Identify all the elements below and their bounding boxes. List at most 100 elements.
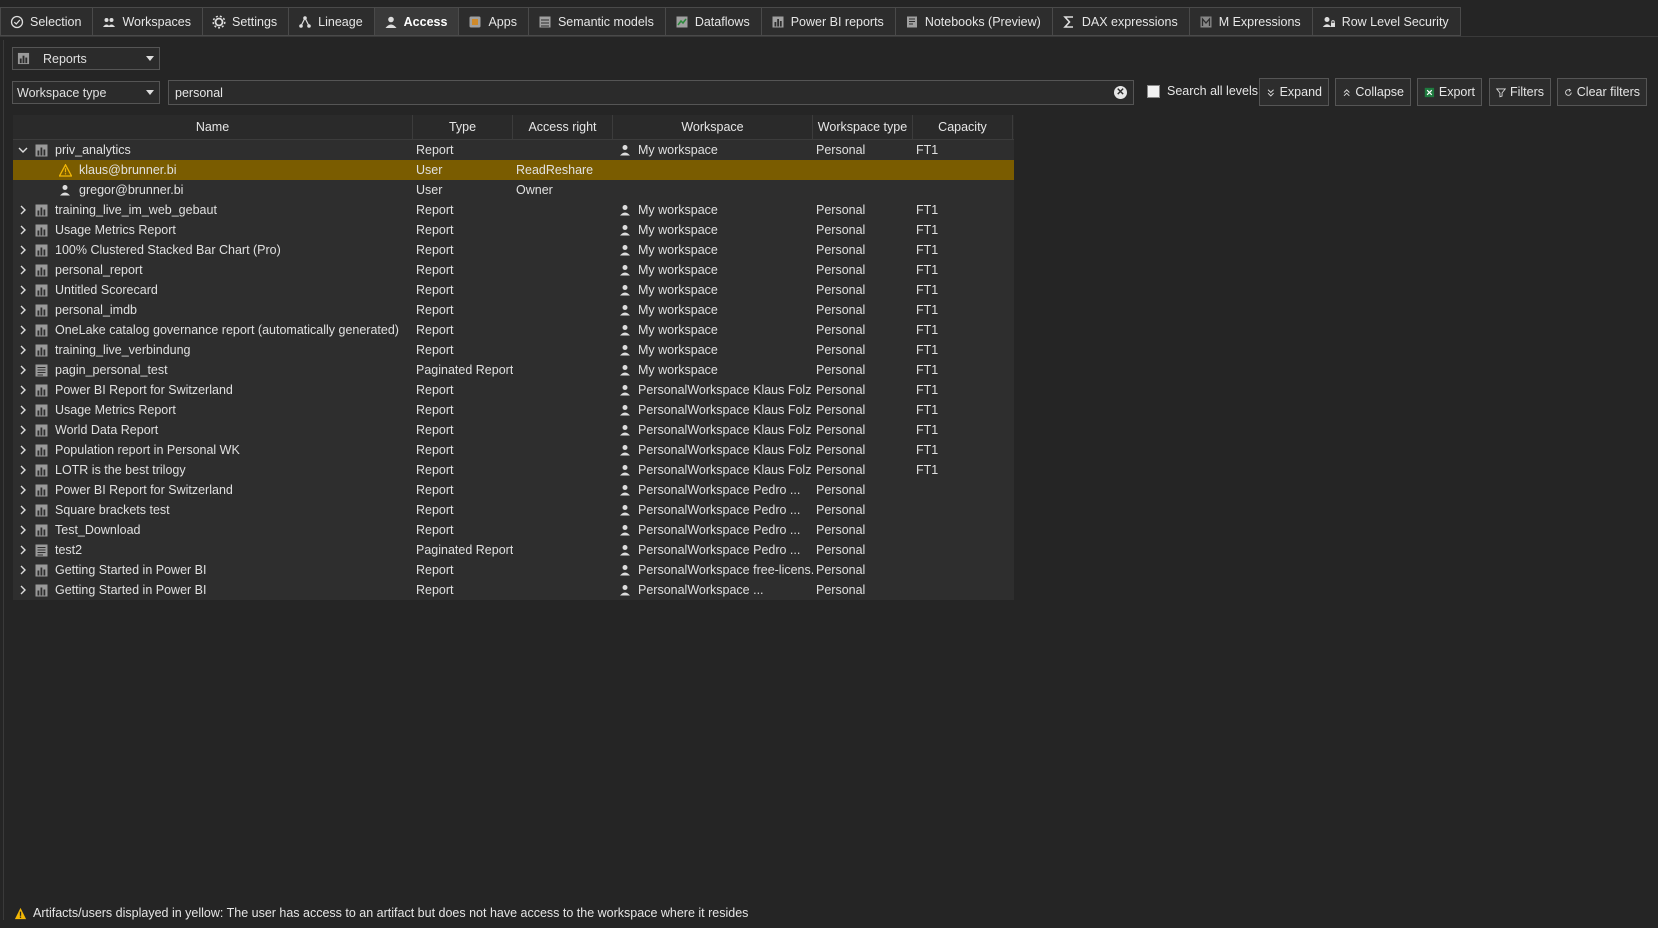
tab-apps[interactable]: Apps bbox=[458, 7, 528, 36]
column-header-workspace-type[interactable]: Workspace type bbox=[813, 115, 913, 139]
table-row[interactable]: Power BI Report for Switzerland Report Per… bbox=[13, 380, 1014, 400]
name-text: Power BI Report for Switzerland bbox=[55, 383, 233, 397]
tab-settings[interactable]: Settings bbox=[201, 7, 289, 36]
chevron-right-icon[interactable] bbox=[17, 424, 29, 436]
workspace-type-cell-text: Personal bbox=[816, 483, 866, 497]
workspace-text: PersonalWorkspace Klaus Folz bbox=[638, 423, 812, 437]
chevron-right-icon[interactable] bbox=[17, 204, 29, 216]
column-header-name[interactable]: Name bbox=[13, 115, 413, 139]
tab-power-bi-reports[interactable]: Power BI reports bbox=[760, 7, 895, 36]
access-right-cell bbox=[513, 460, 613, 480]
workspace-type-cell: Personal bbox=[813, 480, 913, 500]
column-header-access-right[interactable]: Access right bbox=[513, 115, 613, 139]
tab-semantic-models[interactable]: Semantic models bbox=[527, 7, 665, 36]
type-cell-text: Paginated Report bbox=[416, 363, 513, 377]
user-access-row[interactable]: klaus@brunner.bi User ReadReshare bbox=[13, 160, 1014, 180]
report-icon bbox=[35, 584, 48, 596]
chevron-right-icon[interactable] bbox=[17, 244, 29, 256]
chevron-right-icon[interactable] bbox=[17, 324, 29, 336]
user-access-row[interactable]: gregor@brunner.bi User Owner bbox=[13, 180, 1014, 200]
chevron-right-icon[interactable] bbox=[17, 504, 29, 516]
chevron-right-icon[interactable] bbox=[17, 584, 29, 596]
capacity-cell-text: FT1 bbox=[916, 343, 939, 357]
export-button[interactable]: Export bbox=[1417, 78, 1482, 106]
search-all-levels-checkbox[interactable] bbox=[1147, 84, 1160, 98]
chevron-right-icon[interactable] bbox=[17, 404, 29, 416]
tab-access[interactable]: Access bbox=[373, 7, 459, 36]
chevron-right-icon[interactable] bbox=[17, 384, 29, 396]
chevron-right-icon[interactable] bbox=[17, 564, 29, 576]
name-text: Getting Started in Power BI bbox=[55, 583, 207, 597]
table-row[interactable]: Getting Started in Power BI Report Persona… bbox=[13, 580, 1014, 600]
search-input[interactable]: personal ✕ bbox=[168, 80, 1134, 105]
report-icon bbox=[35, 384, 48, 396]
column-header-type[interactable]: Type bbox=[413, 115, 513, 139]
access-right-cell bbox=[513, 320, 613, 340]
name-text: Power BI Report for Switzerland bbox=[55, 483, 233, 497]
filter-field-select[interactable]: Workspace type bbox=[12, 81, 160, 104]
table-row[interactable]: 100% Clustered Stacked Bar Chart (Pro) Re… bbox=[13, 240, 1014, 260]
workspace-type-cell: Personal bbox=[813, 540, 913, 560]
table-row[interactable]: training_live_verbindung Report My workspa… bbox=[13, 340, 1014, 360]
tab-workspaces[interactable]: Workspaces bbox=[92, 7, 202, 36]
expand-button[interactable]: Expand bbox=[1259, 78, 1329, 106]
type-cell: User bbox=[413, 180, 513, 200]
clear-search-icon[interactable]: ✕ bbox=[1114, 86, 1127, 99]
table-row[interactable]: Untitled Scorecard Report My workspace Pers… bbox=[13, 280, 1014, 300]
search-all-levels-toggle[interactable]: Search all levels bbox=[1147, 84, 1258, 98]
table-row[interactable]: Square brackets test Report PersonalWorksp… bbox=[13, 500, 1014, 520]
chevron-right-icon[interactable] bbox=[17, 544, 29, 556]
table-row[interactable]: pagin_personal_test Paginated Report My wo… bbox=[13, 360, 1014, 380]
chevron-right-icon[interactable] bbox=[17, 264, 29, 276]
table-row[interactable]: Test_Download Report PersonalWorkspace Ped… bbox=[13, 520, 1014, 540]
chevron-right-icon[interactable] bbox=[17, 344, 29, 356]
capacity-cell-text: FT1 bbox=[916, 243, 939, 257]
user-icon bbox=[620, 425, 630, 436]
table-row[interactable]: OneLake catalog governance report (autom… bbox=[13, 320, 1014, 340]
tab-selection[interactable]: Selection bbox=[0, 7, 93, 36]
tab-notebooks-preview[interactable]: Notebooks (Preview) bbox=[894, 7, 1052, 36]
table-row[interactable]: Usage Metrics Report Report My workspace Pe… bbox=[13, 220, 1014, 240]
chevron-right-icon[interactable] bbox=[17, 524, 29, 536]
filters-button[interactable]: Filters bbox=[1489, 78, 1551, 106]
clear-filters-button[interactable]: Clear filters bbox=[1557, 78, 1647, 106]
table-row[interactable]: personal_report Report My workspace Persona… bbox=[13, 260, 1014, 280]
chevron-right-icon[interactable] bbox=[17, 484, 29, 496]
chevron-right-icon[interactable] bbox=[17, 224, 29, 236]
tab-lineage[interactable]: Lineage bbox=[288, 7, 374, 36]
chevron-right-icon[interactable] bbox=[17, 304, 29, 316]
table-row[interactable]: LOTR is the best trilogy Report PersonalWo… bbox=[13, 460, 1014, 480]
user-icon bbox=[620, 225, 630, 236]
table-row[interactable]: Power BI Report for Switzerland Report Per… bbox=[13, 480, 1014, 500]
chevron-right-icon[interactable] bbox=[17, 284, 29, 296]
table-row[interactable]: World Data Report Report PersonalWorkspace… bbox=[13, 420, 1014, 440]
table-row[interactable]: training_live_im_web_gebaut Report My work… bbox=[13, 200, 1014, 220]
workspace-type-cell: Personal bbox=[813, 360, 913, 380]
table-row[interactable]: Usage Metrics Report Report PersonalWorksp… bbox=[13, 400, 1014, 420]
tab-dax-expressions[interactable]: DAX expressions bbox=[1051, 7, 1189, 36]
chevron-right-icon[interactable] bbox=[17, 444, 29, 456]
filter-field-value: Workspace type bbox=[17, 85, 107, 100]
report-icon bbox=[35, 404, 48, 416]
chevron-right-icon[interactable] bbox=[17, 364, 29, 376]
access-right-cell bbox=[513, 440, 613, 460]
capacity-cell-text: FT1 bbox=[916, 403, 939, 417]
tab-dataflows[interactable]: Dataflows bbox=[664, 7, 761, 36]
table-row[interactable]: personal_imdb Report My workspace Personal F… bbox=[13, 300, 1014, 320]
type-cell-text: Report bbox=[416, 463, 454, 477]
name-cell: Population report in Personal WK bbox=[13, 440, 413, 460]
tab-row-level-security[interactable]: Row Level Security bbox=[1311, 7, 1461, 36]
table-row[interactable]: priv_analytics Report My workspace Personal… bbox=[13, 140, 1014, 160]
table-row[interactable]: test2 Paginated Report PersonalWorkspace P… bbox=[13, 540, 1014, 560]
column-header-workspace[interactable]: Workspace bbox=[613, 115, 813, 139]
artifact-type-select[interactable]: Reports bbox=[12, 47, 160, 70]
chevron-down-icon[interactable] bbox=[17, 144, 29, 156]
chevron-right-icon[interactable] bbox=[17, 464, 29, 476]
table-row[interactable]: Population report in Personal WK Report Pe… bbox=[13, 440, 1014, 460]
collapse-button[interactable]: Collapse bbox=[1335, 78, 1411, 106]
tab-m-expressions[interactable]: M Expressions bbox=[1188, 7, 1312, 36]
table-row[interactable]: Getting Started in Power BI Report Persona… bbox=[13, 560, 1014, 580]
column-header-capacity[interactable]: Capacity bbox=[913, 115, 1013, 139]
tab-label: DAX expressions bbox=[1081, 14, 1178, 29]
name-text: World Data Report bbox=[55, 423, 159, 437]
